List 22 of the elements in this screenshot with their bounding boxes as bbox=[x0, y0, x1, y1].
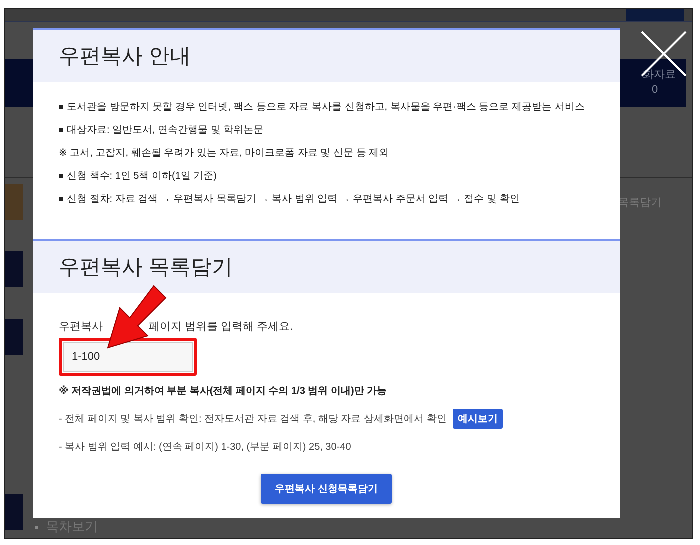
prompt-text: 우편복사 bbox=[59, 320, 103, 334]
bullet-icon bbox=[59, 128, 63, 132]
section-title: 우편복사 목록담기 bbox=[33, 239, 620, 293]
section-title: 우편복사 안내 bbox=[33, 28, 620, 82]
bullet-icon bbox=[35, 526, 38, 528]
guide-text: 신청 절차: 자료 검색 → 우편복사 목록담기 → 복사 범위 입력 → 우편복사 주문서 입력 → 접수 및 확인 bbox=[67, 193, 520, 206]
guide-note: ※ 고서, 고잡지, 훼손될 우려가 있는 자료, 마이크로폼 자료 및 신문 등 제외 bbox=[59, 147, 390, 160]
example-button[interactable]: 예시보기 bbox=[452, 409, 503, 429]
help-text: - 전체 페이지 및 복사 범위 확인: 전자도서관 자료 검색 후, 해당 자료 상세화면에서 확인 bbox=[59, 413, 447, 426]
guide-text: 대상자료: 일반도서, 연속간행물 및 학위논문 bbox=[67, 124, 264, 137]
stat-value: 0 bbox=[652, 83, 658, 98]
bullet-icon bbox=[59, 174, 63, 178]
bullet-icon bbox=[59, 197, 63, 201]
copyright-note: ※ 저작권법에 의거하여 부분 복사(전체 페이지 수의 1/3 범위 이내)만 가능 bbox=[59, 384, 388, 398]
prompt-text: 페이지 범위를 입력해 주세요. bbox=[149, 320, 294, 334]
bullet-icon bbox=[59, 105, 63, 109]
guide-text: 신청 책수: 1인 5책 이하(1일 기준) bbox=[67, 170, 218, 183]
range-input[interactable]: 1-100 bbox=[63, 342, 193, 372]
help-text: - 복사 범위 입력 예시: (연속 페이지) 1-30, (부분 페이지) 25, 30-40 bbox=[59, 441, 352, 454]
add-to-list-button[interactable]: 우편복사 신청목록담기 bbox=[261, 474, 392, 504]
close-icon[interactable] bbox=[640, 30, 688, 78]
guide-text: 도서관을 방문하지 못할 경우 인터넷, 팩스 등으로 자료 복사를 신청하고, 복사물을 우편·팩스 등으로 제공받는 서비스 bbox=[67, 101, 585, 114]
